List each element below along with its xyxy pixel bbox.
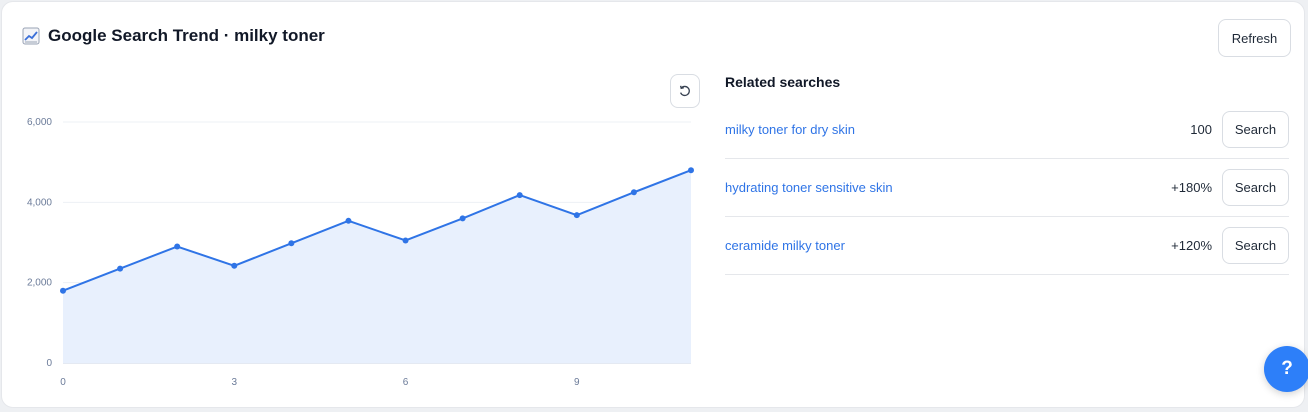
related-term-link[interactable]: hydrating toner sensitive skin <box>725 180 1171 195</box>
data-point <box>402 237 409 244</box>
list-item: hydrating toner sensitive skin +180% Sea… <box>725 159 1289 217</box>
data-point <box>573 212 580 219</box>
y-tick-label: 0 <box>46 358 52 369</box>
y-tick-label: 6,000 <box>27 117 52 128</box>
x-tick-label: 3 <box>231 377 237 388</box>
x-tick-label: 0 <box>60 377 66 388</box>
x-tick-label: 6 <box>403 377 409 388</box>
trend-card: Google Search Trend · milky toner Refres… <box>1 1 1308 408</box>
list-item: ceramide milky toner +120% Search <box>725 217 1289 275</box>
search-button[interactable]: Search <box>1222 111 1289 148</box>
data-point <box>688 167 694 174</box>
series-area <box>63 170 691 363</box>
data-point <box>345 217 352 224</box>
title-text: Google Search Trend · milky toner <box>48 26 325 45</box>
related-value: +120% <box>1171 238 1212 253</box>
data-point <box>288 240 295 247</box>
data-point <box>516 192 523 199</box>
data-point <box>459 215 466 222</box>
y-tick-label: 4,000 <box>27 197 52 208</box>
related-term-link[interactable]: milky toner for dry skin <box>725 122 1190 137</box>
data-point <box>174 243 181 250</box>
y-tick-label: 2,000 <box>27 278 52 289</box>
rotate-ccw-icon <box>679 85 690 97</box>
help-button[interactable]: ? <box>1264 346 1308 392</box>
data-point <box>231 262 238 269</box>
data-point <box>60 287 66 294</box>
related-value: +180% <box>1171 180 1212 195</box>
page-title: Google Search Trend · milky toner <box>22 26 325 46</box>
search-button[interactable]: Search <box>1222 169 1289 206</box>
refresh-button[interactable]: Refresh <box>1218 19 1291 57</box>
data-point <box>117 265 124 272</box>
chart-increasing-icon <box>22 27 40 45</box>
related-searches-title: Related searches <box>725 74 841 90</box>
related-searches-list: milky toner for dry skin 100 Search hydr… <box>725 101 1289 275</box>
search-button[interactable]: Search <box>1222 227 1289 264</box>
trend-chart: 0 2,000 4,000 6,000 0 3 6 9 <box>27 117 694 388</box>
list-item: milky toner for dry skin 100 Search <box>725 101 1289 159</box>
x-tick-label: 9 <box>574 377 580 388</box>
related-value: 100 <box>1190 122 1212 137</box>
related-term-link[interactable]: ceramide milky toner <box>725 238 1171 253</box>
data-point <box>630 189 637 196</box>
